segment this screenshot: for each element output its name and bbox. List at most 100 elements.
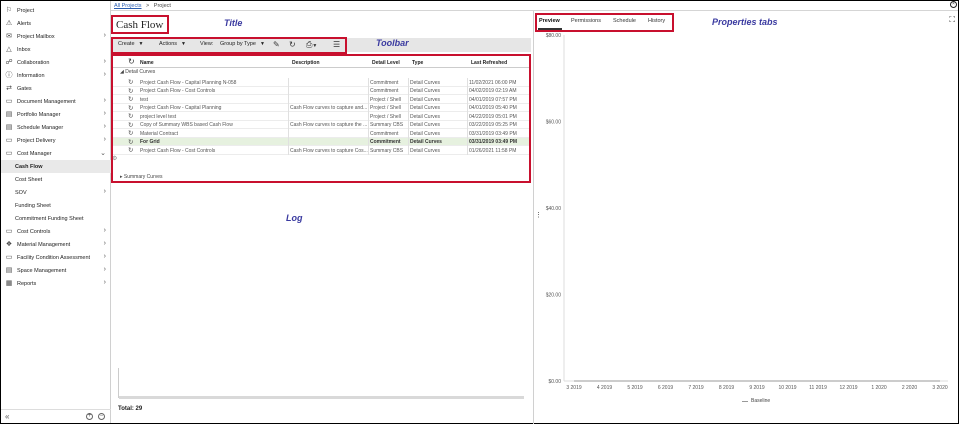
- folder-icon: ▭: [5, 228, 13, 235]
- sidebar-item-label: Project Delivery: [17, 137, 56, 144]
- sidebar-item-label: Alerts: [17, 20, 32, 27]
- folder-icon: ▭: [5, 98, 13, 105]
- y-tick-label: $40.00: [546, 206, 562, 212]
- breadcrumb: All Projects > Project: [114, 3, 171, 9]
- sidebar-item-label: Collaboration: [17, 59, 50, 66]
- total-count: Total: 29: [118, 406, 143, 412]
- toolbar-highlight: [111, 37, 347, 54]
- sidebar-item-project-delivery[interactable]: ▭ Project Delivery ›: [1, 134, 111, 147]
- sidebar-item-information[interactable]: ⓘ Information ›: [1, 69, 111, 82]
- sidebar-item-cash-flow[interactable]: Cash Flow: [1, 160, 111, 173]
- x-tick-label: 6 2019: [658, 385, 674, 391]
- sidebar-item-label: Reports: [17, 280, 37, 287]
- breadcrumb-current: Project: [153, 3, 171, 9]
- sidebar-item-project-mailbox[interactable]: ✉ Project Mailbox ›: [1, 30, 111, 43]
- chevron-right-icon: ›: [103, 123, 106, 130]
- sidebar-item-alerts[interactable]: ⚠ Alerts: [1, 17, 111, 30]
- sidebar-item-label: Facility Condition Assessment: [17, 254, 91, 261]
- vertical-scrollbar[interactable]: [118, 368, 119, 398]
- sidebar-item-collaboration[interactable]: ☍ Collaboration ›: [1, 56, 111, 69]
- collapse-sidebar-icon[interactable]: «: [5, 412, 9, 421]
- sidebar-item-label: Cash Flow: [15, 163, 43, 170]
- chevron-right-icon: ›: [103, 58, 106, 65]
- doc-icon: ▤: [5, 124, 13, 131]
- sidebar-item-label: Cost Controls: [17, 228, 51, 235]
- close-icon[interactable]: ×: [950, 1, 957, 8]
- y-tick-label: $20.00: [546, 293, 562, 299]
- sidebar-item-cost-controls[interactable]: ▭ Cost Controls ›: [1, 225, 111, 238]
- sidebar-item-project[interactable]: ⚐ Project: [1, 4, 111, 17]
- y-tick-label: $60.00: [546, 120, 562, 126]
- sidebar-item-sov[interactable]: SOV ›: [1, 186, 111, 199]
- chevron-right-icon: ›: [103, 32, 106, 39]
- sidebar-item-inbox[interactable]: △ Inbox: [1, 43, 111, 56]
- x-tick-label: 8 2019: [719, 385, 735, 391]
- sidebar-item-label: Schedule Manager: [17, 124, 64, 131]
- project-icon: ⚐: [5, 7, 13, 14]
- add-icon[interactable]: +: [86, 413, 93, 420]
- x-tick-label: 7 2019: [688, 385, 704, 391]
- x-tick-label: 10 2019: [778, 385, 796, 391]
- sidebar-item-label: Gates: [17, 85, 32, 92]
- chevron-right-icon: ›: [103, 71, 106, 78]
- breadcrumb-all-projects[interactable]: All Projects: [114, 3, 142, 9]
- sidebar-item-portfolio-manager[interactable]: ▤ Portfolio Manager ›: [1, 108, 111, 121]
- chevron-right-icon: ›: [103, 240, 106, 247]
- collaboration-icon: ☍: [5, 59, 13, 66]
- annotation-title: Title: [224, 18, 243, 28]
- sidebar-item-label: Information: [17, 72, 45, 79]
- x-tick-label: 4 2019: [597, 385, 613, 391]
- annotation-properties-tabs: Properties tabs: [712, 17, 778, 27]
- y-tick-label: $80.00: [546, 33, 562, 39]
- sidebar-item-gates[interactable]: ⇄ Gates: [1, 82, 111, 95]
- sidebar-item-label: Project: [17, 7, 35, 14]
- x-tick-label: 3 2019: [566, 385, 582, 391]
- sidebar-item-cost-sheet[interactable]: Cost Sheet: [1, 173, 111, 186]
- annotation-log: Log: [286, 213, 303, 223]
- doc-icon: ▤: [5, 111, 13, 118]
- sidebar-item-label: Commitment Funding Sheet: [15, 215, 84, 222]
- chevron-down-icon: ⌄: [100, 150, 106, 157]
- sidebar-item-document-management[interactable]: ▭ Document Management ›: [1, 95, 111, 108]
- chevron-right-icon: ›: [103, 188, 106, 195]
- sidebar-item-reports[interactable]: ▦ Reports ›: [1, 277, 111, 290]
- chevron-right-icon: ›: [103, 227, 106, 234]
- folder-icon: ▭: [5, 137, 13, 144]
- horizontal-scrollbar[interactable]: [119, 396, 524, 399]
- sidebar-item-commitment-funding-sheet[interactable]: Commitment Funding Sheet: [1, 212, 111, 225]
- inbox-icon: △: [6, 46, 12, 53]
- boxes-icon: ❖: [5, 241, 13, 248]
- x-tick-label: 3 2020: [932, 385, 948, 391]
- divider: [111, 10, 958, 11]
- chevron-right-icon: ›: [103, 279, 106, 286]
- legend-swatch-baseline: [742, 400, 748, 402]
- chart-svg: $80.00 $60.00 $40.00 $20.00 $0.00 3 2019 4 201…: [546, 33, 948, 391]
- alert-icon: ⚠: [5, 20, 13, 27]
- sidebar-item-label: Cost Sheet: [15, 176, 43, 183]
- x-tick-label: 12 2019: [839, 385, 857, 391]
- title-highlight: [111, 15, 169, 34]
- sidebar-item-schedule-manager[interactable]: ▤ Schedule Manager ›: [1, 121, 111, 134]
- doc-icon: ▤: [5, 267, 13, 274]
- x-tick-label: 2 2020: [902, 385, 918, 391]
- x-tick-label: 11 2019: [809, 385, 827, 391]
- remove-icon[interactable]: −: [98, 413, 105, 420]
- sidebar-item-material-management[interactable]: ❖ Material Management ›: [1, 238, 111, 251]
- sidebar-footer: « + −: [1, 409, 111, 423]
- annotation-toolbar: Toolbar: [376, 38, 409, 48]
- info-icon: ⓘ: [5, 72, 13, 79]
- fullscreen-icon[interactable]: ⛶: [949, 15, 955, 25]
- sidebar-item-label: Document Management: [17, 98, 76, 105]
- report-icon: ▦: [5, 280, 13, 287]
- y-tick-label: $0.00: [548, 379, 561, 385]
- mail-icon: ✉: [6, 33, 12, 40]
- sidebar-item-facility-condition-assessment[interactable]: ▭ Facility Condition Assessment ›: [1, 251, 111, 264]
- legend-label-baseline: Baseline: [751, 398, 771, 404]
- sidebar-item-label: Cost Manager: [17, 150, 52, 157]
- sidebar-item-funding-sheet[interactable]: Funding Sheet: [1, 199, 111, 212]
- sidebar-item-space-management[interactable]: ▤ Space Management ›: [1, 264, 111, 277]
- breadcrumb-separator: >: [146, 3, 150, 9]
- sidebar-item-label: Funding Sheet: [15, 202, 51, 209]
- sidebar-item-cost-manager[interactable]: ▭ Cost Manager ⌄: [1, 147, 111, 160]
- gates-icon: ⇄: [6, 85, 12, 92]
